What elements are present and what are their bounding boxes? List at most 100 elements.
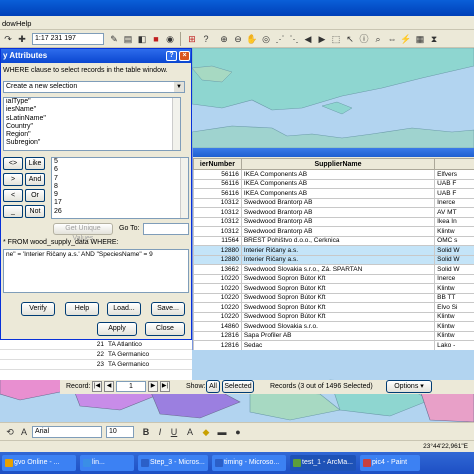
- table-cell[interactable]: Lako -: [434, 340, 474, 351]
- marker-color-icon[interactable]: ●: [232, 426, 244, 438]
- taskbar-item[interactable]: lin...: [80, 455, 134, 471]
- taskbar-item[interactable]: test_1 - ArcMa...: [290, 455, 356, 471]
- font-select[interactable]: Arial: [32, 426, 102, 438]
- table-cell[interactable]: 10220: [193, 311, 242, 322]
- save-button[interactable]: Save...: [151, 302, 185, 316]
- table-cell[interactable]: Elfvers: [434, 169, 474, 180]
- table-cell[interactable]: 12816: [193, 340, 242, 351]
- table-cell[interactable]: 56116: [193, 188, 242, 199]
- table-cell[interactable]: IKEA Components AB: [240, 178, 436, 189]
- fields-scrollbar[interactable]: [172, 98, 180, 150]
- table-cell[interactable]: 10220: [193, 302, 242, 313]
- zoom-out-icon[interactable]: ⊖: [232, 33, 244, 45]
- bold-icon[interactable]: B: [140, 426, 152, 438]
- fields-list[interactable]: ialType" iesName" sLatinName" Country" Regio…: [3, 97, 181, 151]
- table-cell[interactable]: Swedwood Slovakia s.r.o., Zá. SPARTAN: [240, 264, 436, 275]
- python-icon[interactable]: ◉: [164, 33, 176, 45]
- table-cell[interactable]: Klintw: [434, 283, 474, 294]
- table-cell[interactable]: 10220: [193, 292, 242, 303]
- table-row[interactable]: 56116 IKEA Components AB UAB F: [193, 178, 474, 189]
- select-features-icon[interactable]: ⬚: [330, 33, 342, 45]
- table-cell[interactable]: Swedwood Brantorp AB: [240, 197, 436, 208]
- table-cell[interactable]: Sedac: [240, 340, 436, 351]
- font-size-select[interactable]: 10: [106, 426, 134, 438]
- menu-window[interactable]: dow: [2, 19, 16, 28]
- last-record-button[interactable]: ▶|: [160, 381, 170, 392]
- field-item[interactable]: Country": [4, 123, 180, 131]
- field-item[interactable]: sLatinName": [4, 115, 180, 123]
- fixed-zoom-in-icon[interactable]: ⋰: [274, 33, 286, 45]
- zoom-in-icon[interactable]: ⊕: [218, 33, 230, 45]
- or-button[interactable]: Or: [25, 189, 45, 202]
- value-item[interactable]: 17: [52, 199, 188, 207]
- field-item[interactable]: Region": [4, 131, 180, 139]
- editor-icon[interactable]: ✎: [108, 33, 120, 45]
- underline-icon[interactable]: U: [168, 426, 180, 438]
- previous-record-button[interactable]: ◀: [104, 381, 114, 392]
- measure-icon[interactable]: ⇔: [386, 33, 398, 45]
- table-cell[interactable]: Interier Ričany a.s.: [240, 245, 436, 256]
- table-cell[interactable]: Klintw: [434, 321, 474, 332]
- table-row[interactable]: 12816 Sapa Profiler AB Klintw: [193, 330, 474, 341]
- table-cell[interactable]: Solid W: [434, 245, 474, 256]
- table-row[interactable]: 12816SedacLako -: [193, 340, 474, 351]
- table-cell[interactable]: 56116: [193, 178, 242, 189]
- table-row[interactable]: 12880 Interier Ričany a.s. Solid W: [193, 245, 474, 256]
- find-icon[interactable]: ⌕: [372, 33, 384, 45]
- table-cell[interactable]: AV MT: [434, 207, 474, 218]
- help-button[interactable]: Help: [65, 302, 99, 316]
- table-row[interactable]: 12880 Interier Ričany a.s. Solid W: [193, 254, 474, 265]
- table-row[interactable]: 10312 Swedwood Brantorp AB Inerce: [193, 197, 474, 208]
- verify-button[interactable]: Verify: [21, 302, 55, 316]
- where-clause-textarea[interactable]: ne" = 'Interier Ričany a.s.' AND "Specie…: [3, 249, 189, 293]
- get-unique-values-button[interactable]: Get Unique Values: [53, 223, 113, 242]
- table-cell[interactable]: BREST Pohištvo d.o.o., Cerknica: [240, 235, 436, 246]
- italic-icon[interactable]: I: [154, 426, 166, 438]
- value-item[interactable]: 5: [52, 158, 188, 166]
- fixed-zoom-out-icon[interactable]: ⋱: [288, 33, 300, 45]
- table-cell[interactable]: 10312: [193, 226, 242, 237]
- hyperlink-icon[interactable]: ⚡: [400, 33, 412, 45]
- table-row[interactable]: 10312 Swedwood Brantorp AB Klintw: [193, 226, 474, 237]
- table-row[interactable]: 10220 Swedwood Sopron Bútor Kft Klintw: [193, 311, 474, 322]
- table-cell[interactable]: Swedwood Slovakia s.r.o.: [240, 321, 436, 332]
- table-cell[interactable]: 13662: [193, 264, 242, 275]
- value-item[interactable]: 6: [52, 166, 188, 174]
- table-cell[interactable]: 12880: [193, 245, 242, 256]
- time-slider-icon[interactable]: ⧗: [428, 33, 440, 45]
- select-elements-icon[interactable]: ↖: [344, 33, 356, 45]
- full-extent-icon[interactable]: ◎: [260, 33, 272, 45]
- table-cell[interactable]: 14860: [193, 321, 242, 332]
- column-header[interactable]: ierNumber: [193, 158, 242, 170]
- not-button[interactable]: Not: [25, 205, 45, 218]
- table-cell[interactable]: Swedwood Sopron Bútor Kft: [240, 311, 436, 322]
- table-cell[interactable]: 10312: [193, 197, 242, 208]
- table-cell[interactable]: OMC s: [434, 235, 474, 246]
- table-row[interactable]: 10220 Swedwood Sopron Bútor Kft BB TT: [193, 292, 474, 303]
- identify-icon[interactable]: ⓘ: [358, 33, 370, 45]
- load-button[interactable]: Load...: [107, 302, 141, 316]
- goto-input[interactable]: [143, 223, 189, 235]
- fill-color-icon[interactable]: ◆: [200, 426, 212, 438]
- table-cell[interactable]: Klintw: [434, 226, 474, 237]
- table-cell[interactable]: Solid W: [434, 254, 474, 265]
- value-item[interactable]: 7: [52, 175, 188, 183]
- table-cell[interactable]: Sapa Profiler AB: [240, 330, 436, 341]
- redo-icon[interactable]: ↷: [2, 33, 14, 45]
- show-selected-button[interactable]: Selected: [222, 380, 254, 393]
- wildcard-button[interactable]: _: [3, 205, 23, 218]
- value-item[interactable]: 8: [52, 183, 188, 191]
- and-button[interactable]: And: [25, 173, 45, 186]
- table-cell[interactable]: Inerce: [434, 197, 474, 208]
- column-header[interactable]: SupplierName: [240, 158, 436, 170]
- table-row[interactable]: 21 TA Atlantico: [0, 340, 192, 350]
- table-row[interactable]: 56116 IKEA Components AB UAB F: [193, 188, 474, 199]
- app-titlebar[interactable]: [0, 0, 474, 16]
- field-item[interactable]: Subregion": [4, 139, 180, 147]
- field-item[interactable]: ialType": [4, 98, 180, 106]
- table-row[interactable]: 22 TA Germanico: [0, 350, 192, 360]
- table-cell[interactable]: Klintw: [434, 330, 474, 341]
- table-row[interactable]: 56116 IKEA Components AB Elfvers: [193, 169, 474, 180]
- add-data-icon[interactable]: ✚: [16, 33, 28, 45]
- html-popup-icon[interactable]: ▦: [414, 33, 426, 45]
